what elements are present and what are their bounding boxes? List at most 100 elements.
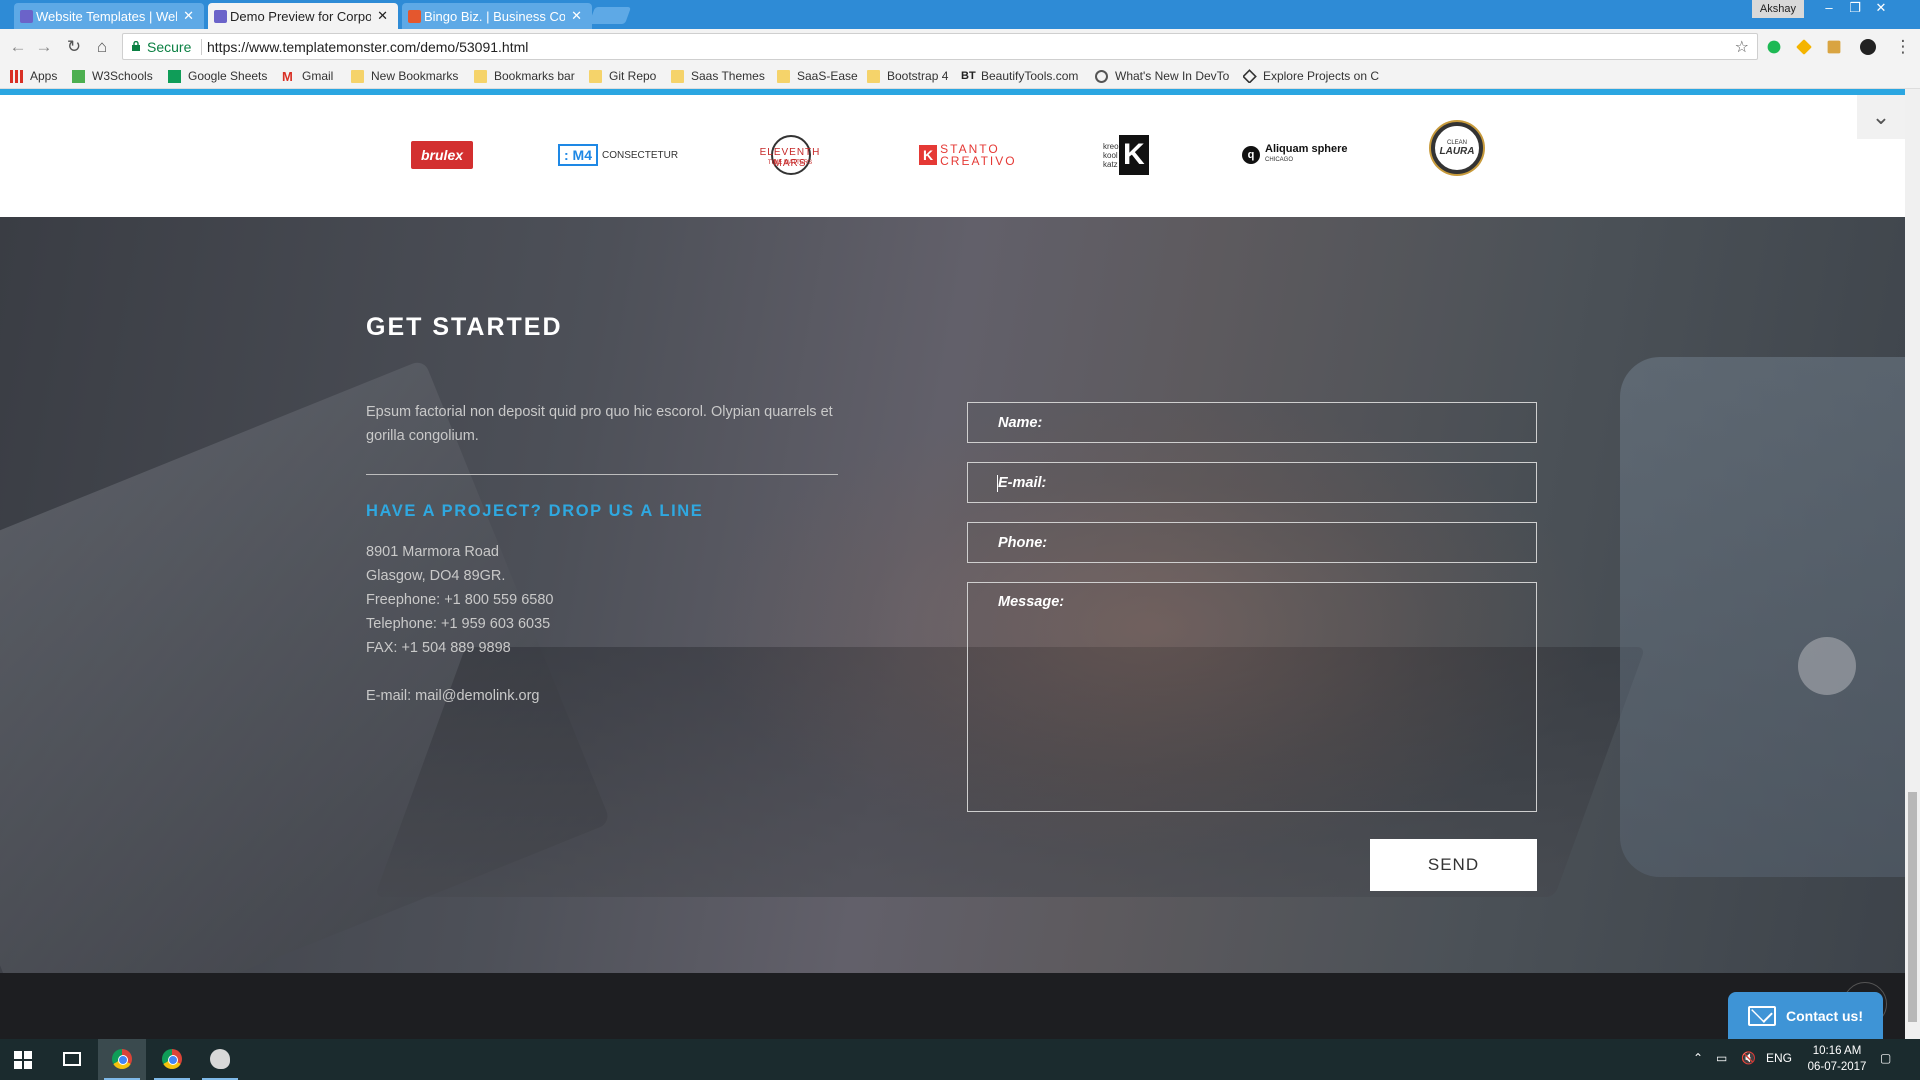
stanto-k-icon: K (919, 145, 938, 165)
contact-us-widget[interactable]: Contact us! (1728, 992, 1883, 1039)
bingo-favicon-icon (408, 10, 421, 23)
volume-muted-icon[interactable]: 🔇 (1741, 1051, 1756, 1065)
close-window-icon[interactable]: ✕ (1870, 0, 1892, 18)
taskbar-chrome-active[interactable] (98, 1039, 146, 1080)
logo-eleventh-mars[interactable]: ELEVENTH MARS TIME MATTERS (745, 135, 835, 175)
background-cuff-button (1798, 637, 1856, 695)
extension-star-icon[interactable] (1796, 39, 1812, 55)
taskbar-chrome[interactable] (148, 1039, 196, 1080)
extension-flag-icon[interactable] (1827, 40, 1841, 54)
tab-bingo-biz[interactable]: Bingo Biz. | Business Cor ✕ (402, 3, 592, 29)
logo-aliquam-sphere[interactable]: q Aliquam sphere CHICAGO (1242, 135, 1348, 175)
action-center-icon[interactable]: ▢ (1880, 1051, 1891, 1065)
browser-tab-strip: Website Templates | Web ✕ Demo Preview f… (0, 0, 1920, 29)
gmail-icon: M (282, 68, 293, 84)
folder-icon (351, 69, 364, 83)
devtools-icon (1095, 69, 1108, 83)
windows-taskbar: ⌃ ▭ 🔇 ENG 10:16 AM 06-07-2017 ▢ (0, 1039, 1920, 1080)
templatemonster-favicon-icon (20, 10, 33, 23)
tab-website-templates[interactable]: Website Templates | Web ✕ (14, 3, 204, 29)
omnibox-separator (201, 39, 202, 55)
close-tab-icon[interactable]: ✕ (377, 8, 388, 24)
show-hidden-icons-icon[interactable]: ⌃ (1693, 1051, 1703, 1065)
logo-kreo-kool-katz[interactable]: kreo kool katz K (1103, 135, 1149, 175)
message-textarea[interactable] (968, 583, 1536, 811)
codepen-icon (1243, 69, 1257, 83)
bookmark-bootstrap-4[interactable]: Bootstrap 4 (867, 69, 948, 83)
folder-icon (777, 69, 790, 83)
bookmark-beautifytools[interactable]: BT BeautifyTools.com (961, 69, 1078, 83)
chrome-icon (162, 1049, 182, 1069)
telephone-line: Telephone: +1 959 603 6035 (366, 616, 551, 632)
page-scrollbar[interactable] (1905, 89, 1920, 1039)
name-field[interactable] (967, 402, 1537, 443)
bookmark-bookmarks-bar[interactable]: Bookmarks bar (474, 69, 575, 83)
bookmark-codepen[interactable]: Explore Projects on C (1243, 69, 1379, 83)
name-input[interactable] (968, 403, 1536, 442)
logo-clean-laura[interactable]: CLEAN LAURA (1431, 122, 1483, 174)
new-tab-button[interactable] (588, 7, 632, 24)
reload-icon[interactable]: ↻ (64, 37, 84, 57)
email-link[interactable]: E-mail: mail@demolink.org (366, 688, 539, 704)
lock-icon (132, 41, 140, 51)
address-bar[interactable]: Secure https://www.templatemonster.com/d… (122, 33, 1758, 60)
tab-demo-preview[interactable]: Demo Preview for Corpo ✕ (208, 3, 398, 29)
restore-window-icon[interactable]: ❐ (1844, 0, 1866, 18)
close-tab-icon[interactable]: ✕ (183, 8, 194, 24)
message-field[interactable] (967, 582, 1537, 812)
bookmark-new-bookmarks[interactable]: New Bookmarks (351, 69, 458, 83)
kreo-k-icon: K (1119, 135, 1149, 175)
folder-icon (867, 69, 880, 83)
taskbar-paint[interactable] (196, 1039, 244, 1080)
address-line: Glasgow, DO4 89GR. (366, 568, 506, 584)
bookmark-google-sheets[interactable]: Google Sheets (168, 69, 267, 83)
bookmark-saas-themes[interactable]: Saas Themes (671, 69, 765, 83)
windows-start-icon[interactable] (14, 1051, 32, 1069)
folder-icon (474, 69, 487, 83)
home-icon[interactable]: ⌂ (92, 37, 112, 57)
phone-field[interactable] (967, 522, 1537, 563)
bookmark-git-repo[interactable]: Git Repo (589, 69, 656, 83)
url-text[interactable]: https://www.templatemonster.com/demo/530… (207, 39, 528, 55)
email-field[interactable] (967, 462, 1537, 503)
send-button[interactable]: SEND (1370, 839, 1537, 891)
paint-palette-icon (210, 1049, 230, 1069)
profile-button[interactable]: Akshay (1751, 0, 1804, 18)
bookmark-gmail[interactable]: M Gmail (282, 69, 333, 83)
bookmark-saas-ease[interactable]: SaaS-Ease (777, 69, 858, 83)
bookmark-devtools-news[interactable]: What's New In DevTo (1095, 69, 1231, 83)
scrollbar-thumb[interactable] (1908, 792, 1917, 1022)
back-icon[interactable]: ← (8, 37, 28, 57)
forward-icon[interactable]: → (34, 37, 54, 57)
address-line: 8901 Marmora Road (366, 544, 499, 560)
phone-input[interactable] (968, 523, 1536, 562)
extension-dark-icon[interactable] (1860, 39, 1876, 55)
bookmark-apps[interactable]: Apps (10, 69, 57, 83)
bt-icon: BT (961, 69, 976, 82)
chrome-icon (112, 1049, 132, 1069)
extension-green-icon[interactable] (1767, 40, 1781, 54)
bookmark-star-icon[interactable]: ☆ (1735, 37, 1749, 57)
task-view-icon[interactable] (48, 1039, 96, 1080)
background-sleeve (1620, 357, 1905, 877)
footer (0, 973, 1905, 1039)
apps-grid-icon (10, 69, 23, 83)
chrome-menu-icon[interactable]: ⋮ (1893, 37, 1913, 57)
chevron-down-icon[interactable]: ⌄ (1857, 95, 1905, 139)
envelope-icon (1748, 1006, 1776, 1026)
email-input[interactable] (968, 463, 1536, 502)
section-title: GET STARTED (366, 313, 563, 341)
secure-label: Secure (147, 39, 192, 55)
language-indicator[interactable]: ENG (1766, 1051, 1792, 1065)
folder-icon (589, 69, 602, 83)
minimize-window-icon[interactable]: ‒ (1818, 0, 1840, 18)
client-logos-strip: brulex : M4 CONSECTETUR ELEVENTH MARS TI… (0, 95, 1905, 217)
bookmark-w3schools[interactable]: W3Schools (72, 69, 153, 83)
logo-stanto-creativo[interactable]: K STANTO CREATIVO (919, 135, 1017, 175)
network-icon[interactable]: ▭ (1716, 1051, 1727, 1065)
logo-m4[interactable]: : M4 CONSECTETUR (558, 135, 678, 175)
fax-line: FAX: +1 504 889 9898 (366, 640, 511, 656)
close-tab-icon[interactable]: ✕ (571, 8, 582, 24)
system-clock[interactable]: 10:16 AM 06-07-2017 (1802, 1043, 1872, 1075)
logo-brulex[interactable]: brulex (411, 135, 474, 175)
